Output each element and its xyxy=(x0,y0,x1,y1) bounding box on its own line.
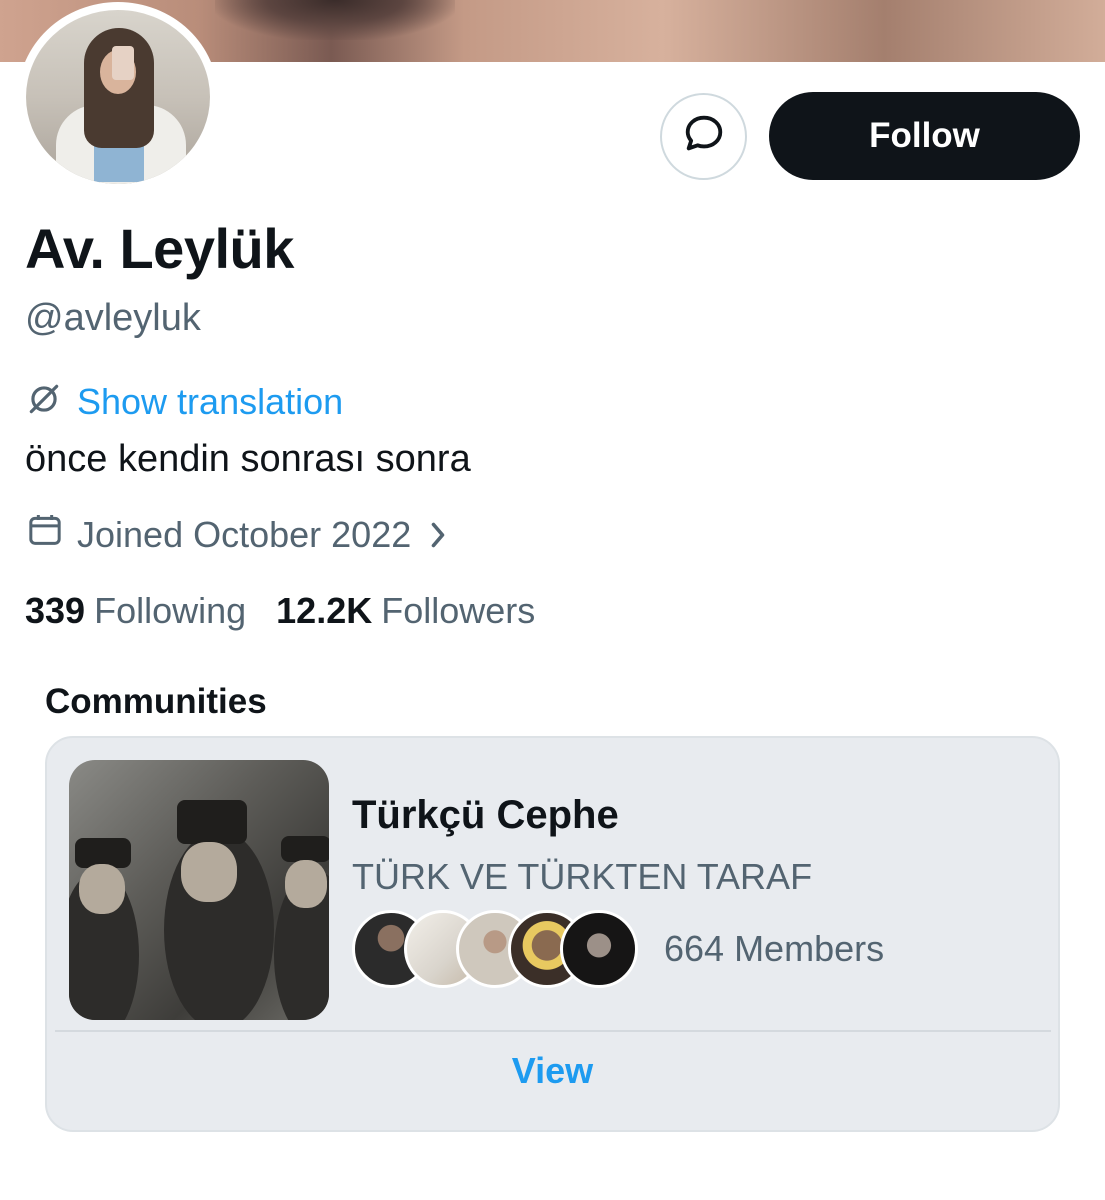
members-count: 664 Members xyxy=(664,928,885,969)
community-card[interactable]: Türkçü Cephe TÜRK VE TÜRKTEN TARAF 664 M… xyxy=(45,736,1060,1132)
calendar-icon xyxy=(25,510,65,559)
following-count: 339 xyxy=(25,590,86,631)
profile-stats: 339 Following 12.2K Followers xyxy=(25,590,535,632)
member-avatar xyxy=(560,910,638,988)
message-bubble-icon xyxy=(681,111,727,162)
community-image xyxy=(69,760,329,1020)
community-name[interactable]: Türkçü Cephe xyxy=(352,793,619,838)
view-community-button[interactable]: View xyxy=(47,1050,1058,1092)
following-label: Following xyxy=(94,590,247,631)
joined-text: Joined October 2022 xyxy=(77,513,412,555)
community-members: 664 Members xyxy=(352,910,884,988)
joined-date[interactable]: Joined October 2022 xyxy=(25,510,449,559)
show-translation-label[interactable]: Show translation xyxy=(77,381,343,423)
followers-link[interactable]: 12.2K Followers xyxy=(276,590,535,632)
profile-handle: @avleyluk xyxy=(25,297,201,339)
show-translation-link[interactable]: Show translation xyxy=(25,380,343,423)
communities-heading: Communities xyxy=(45,682,267,721)
followers-count: 12.2K xyxy=(276,590,373,631)
follow-button[interactable]: Follow xyxy=(769,92,1080,180)
followers-label: Followers xyxy=(381,590,536,631)
chevron-right-icon xyxy=(427,520,449,550)
avatar-image xyxy=(26,10,210,184)
card-divider xyxy=(55,1030,1051,1032)
profile-bio: önce kendin sonrası sonra xyxy=(25,438,471,480)
message-button[interactable] xyxy=(660,93,747,180)
translate-icon xyxy=(25,380,63,423)
display-name: Av. Leylük xyxy=(25,217,294,280)
community-description: TÜRK VE TÜRKTEN TARAF xyxy=(352,856,813,897)
following-link[interactable]: 339 Following xyxy=(25,590,246,632)
avatar[interactable] xyxy=(18,2,218,192)
